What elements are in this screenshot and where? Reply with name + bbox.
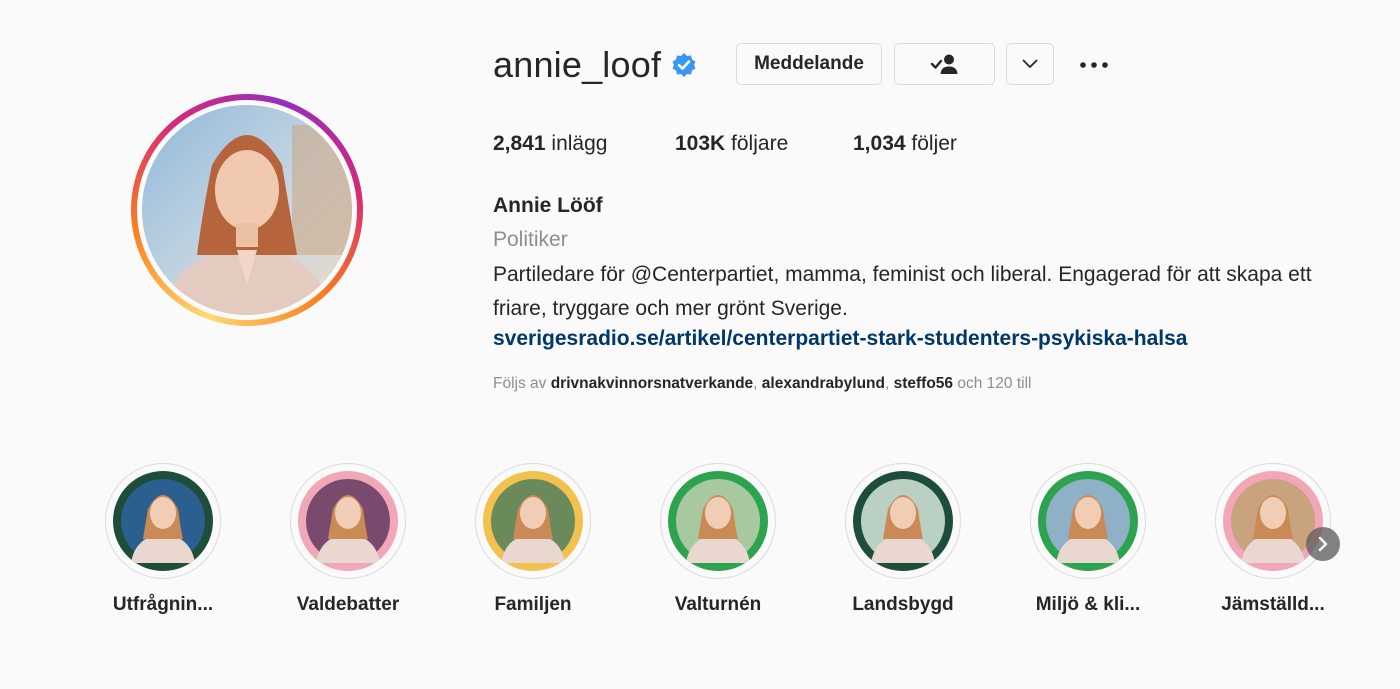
highlight-label: Jämställd...: [1221, 594, 1325, 615]
message-button[interactable]: Meddelande: [736, 43, 882, 85]
chevron-right-icon: [1318, 536, 1328, 552]
followed-by-user[interactable]: alexandrabylund: [762, 375, 885, 392]
followed-by-suffix: och 120 till: [957, 375, 1032, 392]
highlight-label: Familjen: [494, 594, 572, 615]
followed-by-user[interactable]: steffo56: [894, 375, 953, 392]
followed-by-user[interactable]: drivnakvinnorsnatverkande: [551, 375, 753, 392]
highlight-ring: [845, 463, 961, 579]
highlight-cover: [113, 471, 213, 571]
highlight-label: Valdebatter: [296, 594, 400, 615]
highlight-cover: [1038, 471, 1138, 571]
following-check-user-icon: [930, 54, 957, 74]
avatar-photo: [142, 105, 352, 315]
username: annie_loof: [493, 44, 662, 85]
posts-stat: 2,841 inlägg: [493, 130, 607, 158]
highlight-cover: [853, 471, 953, 571]
highlight-ring: [660, 463, 776, 579]
highlight-item[interactable]: Valturnén: [628, 461, 808, 641]
highlight-label: Utfrågnin...: [112, 594, 214, 615]
followers-label: följare: [731, 132, 789, 155]
highlight-item[interactable]: Miljö & kli...: [998, 461, 1178, 641]
highlight-label: Landsbygd: [852, 594, 954, 615]
followed-by[interactable]: Följs av drivnakvinnorsnatverkande, alex…: [493, 373, 1031, 395]
highlight-ring: [105, 463, 221, 579]
highlight-ring: [1215, 463, 1331, 579]
following-label: följer: [911, 132, 957, 155]
highlight-cover: [483, 471, 583, 571]
following-stat[interactable]: 1,034 följer: [853, 130, 957, 158]
highlight-item[interactable]: Valdebatter: [258, 461, 438, 641]
followed-by-separator: ,: [753, 375, 758, 392]
verified-badge-icon: [672, 53, 696, 77]
more-dots-icon[interactable]: [1078, 53, 1112, 77]
highlight-label: Valturnén: [674, 594, 762, 615]
followers-count: 103K: [675, 132, 726, 155]
following-count: 1,034: [853, 132, 906, 155]
posts-label: inlägg: [551, 132, 608, 155]
highlight-cover: [1223, 471, 1323, 571]
suggested-dropdown-button[interactable]: [1006, 43, 1054, 85]
highlight-ring: [290, 463, 406, 579]
full-name: Annie Lööf: [493, 194, 603, 217]
following-button[interactable]: [894, 43, 995, 85]
highlight-cover: [668, 471, 768, 571]
highlight-item[interactable]: Familjen: [443, 461, 623, 641]
profile-category: Politiker: [493, 228, 568, 251]
bio-link[interactable]: sverigesradio.se/artikel/centerpartiet-s…: [493, 325, 1188, 353]
posts-count: 2,841: [493, 132, 546, 155]
followed-by-prefix: Följs av: [493, 375, 547, 392]
highlights-next-button[interactable]: [1306, 527, 1340, 561]
highlight-label: Miljö & kli...: [1035, 594, 1141, 615]
highlight-item[interactable]: Landsbygd: [813, 461, 993, 641]
bio-text: Partiledare för @Centerpartiet, mamma, f…: [493, 263, 1312, 320]
highlight-item[interactable]: Utfrågnin...: [73, 461, 253, 641]
followed-by-separator: ,: [884, 375, 890, 392]
chevron-down-icon: [1022, 59, 1038, 68]
highlight-cover: [298, 471, 398, 571]
highlight-ring: [1030, 463, 1146, 579]
highlight-ring: [475, 463, 591, 579]
profile-avatar[interactable]: [131, 94, 363, 326]
followers-stat[interactable]: 103K följare: [675, 130, 788, 158]
